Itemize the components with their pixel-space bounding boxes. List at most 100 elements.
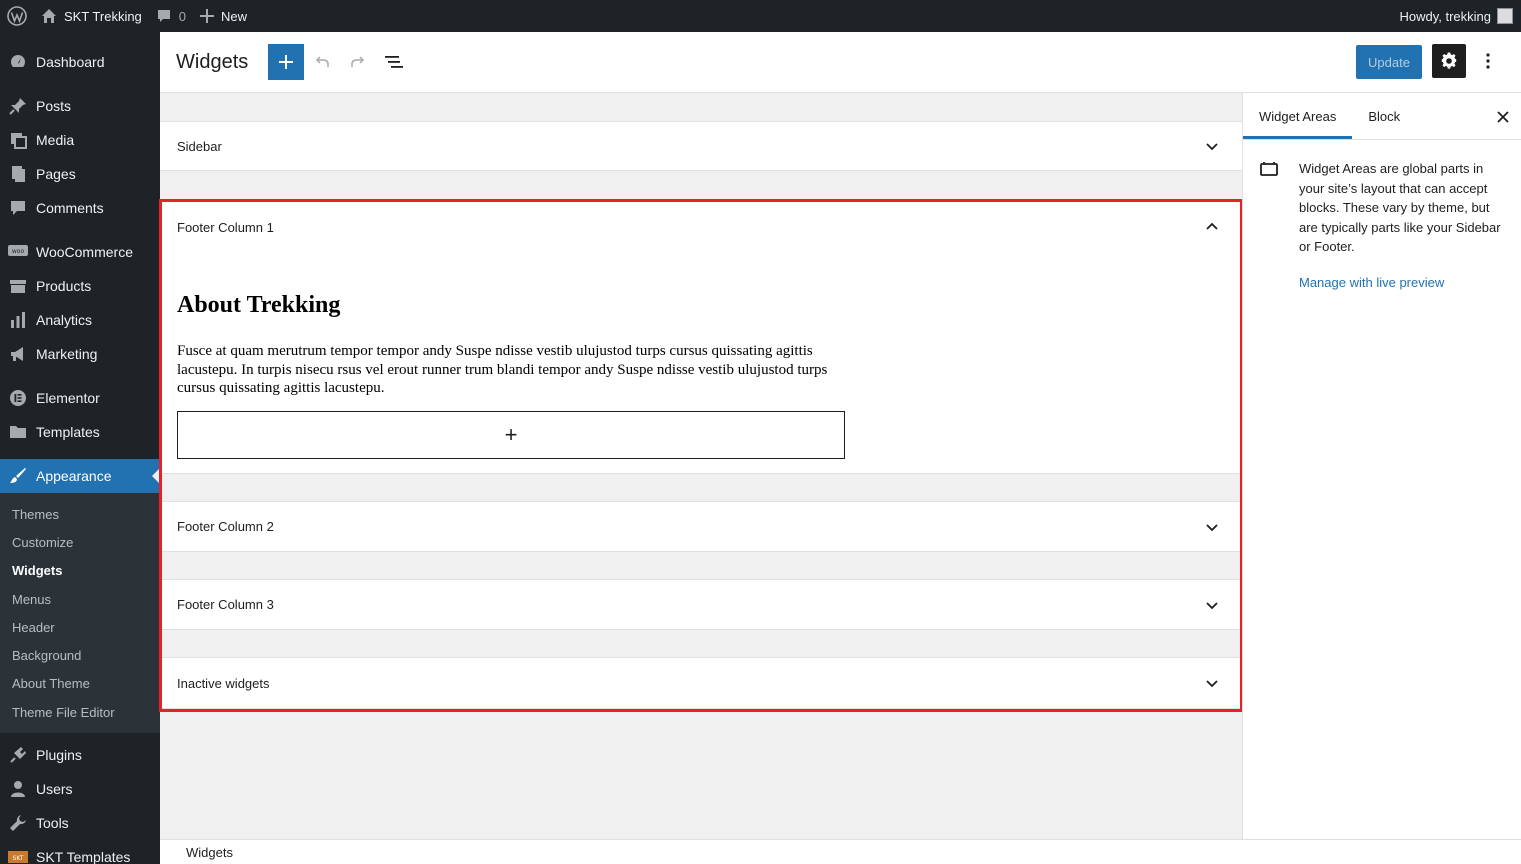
manage-live-preview-link[interactable]: Manage with live preview — [1299, 275, 1444, 290]
menu-item-dashboard[interactable]: Dashboard — [0, 45, 160, 79]
menu-item-skt-templates[interactable]: SKT SKT Templates — [0, 840, 160, 864]
widget-area-sidebar[interactable]: Sidebar — [160, 121, 1242, 171]
widget-area-title: Footer Column 3 — [177, 597, 274, 612]
menu-item-elementor[interactable]: Elementor — [0, 381, 160, 415]
menu-item-tools[interactable]: Tools — [0, 806, 160, 840]
sidebar-tabs: Widget Areas Block — [1243, 93, 1521, 140]
widget-area-header[interactable]: Sidebar — [160, 122, 1242, 170]
menu-item-analytics[interactable]: Analytics — [0, 303, 160, 337]
folder-icon — [8, 422, 28, 442]
menu-label: Templates — [36, 424, 100, 440]
chevron-down-icon — [1206, 601, 1218, 609]
menu-label: Analytics — [36, 312, 93, 328]
svg-text:SKT: SKT — [13, 855, 24, 862]
submenu-item-theme-file-editor[interactable]: Theme File Editor — [0, 698, 160, 726]
widget-areas-canvas: Sidebar Footer Column 1 About Trekking F… — [160, 93, 1242, 839]
menu-label: Comments — [36, 200, 104, 216]
menu-item-woocommerce[interactable]: woo WooCommerce — [0, 235, 160, 269]
site-name-link[interactable]: SKT Trekking — [34, 0, 149, 32]
block-inserter-button[interactable] — [268, 44, 305, 80]
editor-header: Widgets Update — [160, 32, 1521, 93]
menu-item-posts[interactable]: Posts — [0, 89, 160, 123]
widget-area-footer-column-2[interactable]: Footer Column 2 — [160, 501, 1242, 552]
widget-areas-description: Widget Areas are global parts in your si… — [1259, 159, 1504, 257]
undo-button[interactable] — [304, 44, 340, 80]
menu-label: Products — [36, 278, 92, 294]
home-icon — [41, 8, 57, 24]
widget-area-header[interactable]: Inactive widgets — [160, 658, 1242, 708]
menu-item-appearance[interactable]: Appearance — [0, 459, 160, 493]
admin-bar: SKT Trekking 0 New Howdy, trekking — [0, 0, 1521, 32]
pin-icon — [8, 96, 28, 116]
close-sidebar-button[interactable] — [1497, 107, 1509, 128]
bar-chart-icon — [8, 310, 28, 330]
widget-area-footer-column-3[interactable]: Footer Column 3 — [160, 579, 1242, 630]
wordpress-logo-icon[interactable] — [0, 0, 34, 32]
submenu-item-customize[interactable]: Customize — [0, 528, 160, 556]
menu-label: Appearance — [36, 468, 112, 484]
paintbrush-icon — [8, 466, 28, 486]
menu-item-products[interactable]: Products — [0, 269, 160, 303]
new-content-link[interactable]: New — [193, 0, 254, 32]
chevron-down-icon — [1206, 143, 1218, 151]
breadcrumb-item[interactable]: Widgets — [186, 845, 233, 860]
pages-icon — [8, 164, 28, 184]
elementor-icon — [8, 388, 28, 408]
menu-item-media[interactable]: Media — [0, 123, 160, 157]
admin-menu: Dashboard Posts Media Pages Comments woo… — [0, 32, 160, 864]
appearance-submenu: Themes Customize Widgets Menus Header Ba… — [0, 493, 160, 734]
chevron-down-icon — [1206, 680, 1218, 688]
submenu-item-themes[interactable]: Themes — [0, 500, 160, 528]
woocommerce-icon: woo — [8, 242, 28, 262]
settings-button[interactable] — [1432, 44, 1466, 78]
my-account-link[interactable]: Howdy, trekking — [1392, 0, 1521, 32]
menu-item-marketing[interactable]: Marketing — [0, 337, 160, 371]
undo-icon — [313, 53, 331, 71]
comments-link[interactable]: 0 — [149, 0, 193, 32]
redo-icon — [349, 53, 367, 71]
redo-button[interactable] — [340, 44, 376, 80]
widget-area-inactive-widgets[interactable]: Inactive widgets — [160, 657, 1242, 709]
widget-area-title: Footer Column 2 — [177, 519, 274, 534]
widget-area-header[interactable]: Footer Column 3 — [160, 580, 1242, 629]
options-button[interactable] — [1471, 44, 1505, 78]
widget-paragraph[interactable]: Fusce at quam merutrum tempor tempor and… — [177, 342, 837, 398]
menu-label: Plugins — [36, 747, 82, 764]
avatar — [1497, 8, 1513, 24]
widget-area-header[interactable]: Footer Column 2 — [160, 502, 1242, 551]
menu-label: Users — [36, 781, 73, 798]
widget-area-header[interactable]: Footer Column 1 — [160, 202, 1242, 252]
add-block-button[interactable]: + — [177, 411, 845, 459]
menu-label: Tools — [36, 815, 69, 832]
menu-item-comments[interactable]: Comments — [0, 191, 160, 225]
submenu-item-header[interactable]: Header — [0, 613, 160, 641]
menu-item-pages[interactable]: Pages — [0, 157, 160, 191]
widget-area-title: Inactive widgets — [177, 675, 270, 691]
menu-label: Dashboard — [36, 54, 105, 70]
howdy-text: Howdy, trekking — [1399, 8, 1491, 24]
submenu-item-widgets[interactable]: Widgets — [0, 557, 160, 585]
dashboard-icon — [8, 52, 28, 72]
widget-area-title: Footer Column 1 — [177, 219, 274, 235]
submenu-item-menus[interactable]: Menus — [0, 585, 160, 613]
list-view-button[interactable] — [376, 44, 412, 80]
menu-label: Pages — [36, 166, 76, 182]
tab-block[interactable]: Block — [1352, 93, 1416, 139]
submenu-item-about-theme[interactable]: About Theme — [0, 670, 160, 698]
tab-widget-areas[interactable]: Widget Areas — [1243, 93, 1352, 139]
chevron-down-icon — [1206, 523, 1218, 531]
page-title: Widgets — [176, 50, 249, 73]
update-button[interactable]: Update — [1356, 45, 1422, 79]
menu-item-users[interactable]: Users — [0, 772, 160, 806]
widget-heading[interactable]: About Trekking — [177, 292, 340, 319]
description-text: Widget Areas are global parts in your si… — [1299, 161, 1501, 254]
more-vertical-icon — [1486, 53, 1490, 69]
widget-area-footer-column-1: Footer Column 1 About Trekking Fusce at … — [160, 201, 1242, 474]
wrench-icon — [8, 813, 28, 833]
plus-icon — [278, 54, 294, 70]
menu-item-plugins[interactable]: Plugins — [0, 738, 160, 772]
submenu-item-background[interactable]: Background — [0, 641, 160, 669]
menu-item-templates[interactable]: Templates — [0, 415, 160, 449]
comments-count: 0 — [178, 8, 187, 24]
site-name: SKT Trekking — [64, 8, 142, 24]
